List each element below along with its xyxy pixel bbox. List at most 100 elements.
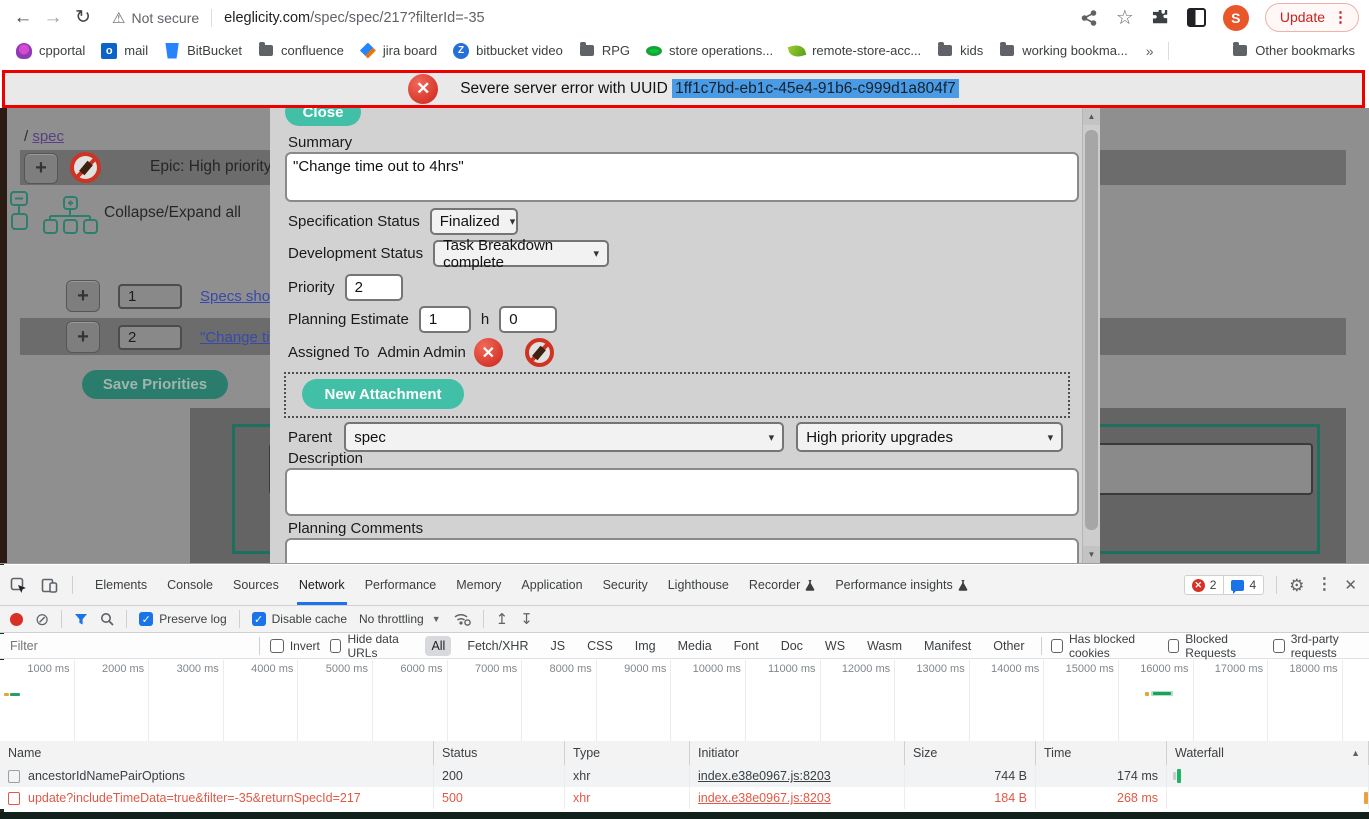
bookmark-rpg[interactable]: RPG bbox=[579, 43, 630, 59]
bookmark-bitbucket-video[interactable]: Zbitbucket video bbox=[453, 43, 563, 59]
profile-avatar[interactable]: S bbox=[1223, 5, 1249, 31]
settings-gear-icon[interactable]: ⚙ bbox=[1289, 577, 1304, 594]
row1-expand-button[interactable]: + bbox=[66, 280, 100, 312]
tab-security[interactable]: Security bbox=[593, 565, 658, 605]
column-waterfall[interactable]: Waterfall ▲ bbox=[1167, 741, 1369, 765]
import-har-icon[interactable]: ↥ bbox=[496, 612, 509, 627]
browser-menu-icon[interactable]: ⋮ bbox=[1333, 8, 1348, 26]
estimate-hours-input[interactable] bbox=[419, 306, 471, 333]
row1-priority-input[interactable] bbox=[118, 284, 182, 309]
row2-expand-button[interactable]: + bbox=[66, 321, 100, 353]
tab-performance-insights[interactable]: Performance insights bbox=[825, 565, 977, 605]
filter-chip-img[interactable]: Img bbox=[629, 636, 662, 656]
filter-chip-all[interactable]: All bbox=[425, 636, 451, 656]
filter-chip-css[interactable]: CSS bbox=[581, 636, 619, 656]
inspect-element-icon[interactable] bbox=[10, 577, 27, 594]
devtools-close-icon[interactable]: ✕ bbox=[1344, 578, 1357, 593]
bookmark-bitbucket[interactable]: BitBucket bbox=[164, 43, 242, 59]
issue-count-badge[interactable]: 4 bbox=[1223, 576, 1263, 594]
tab-sources[interactable]: Sources bbox=[223, 565, 289, 605]
epic-no-edit-icon[interactable] bbox=[70, 152, 101, 183]
filter-chip-ws[interactable]: WS bbox=[819, 636, 851, 656]
tab-recorder[interactable]: Recorder bbox=[739, 565, 825, 605]
breadcrumb-spec-link[interactable]: spec bbox=[32, 128, 64, 145]
description-textarea[interactable] bbox=[285, 468, 1079, 516]
address-bar[interactable]: eleglicity.com/spec/spec/217?filterId=-3… bbox=[224, 10, 484, 26]
blocked-requests-checkbox[interactable]: Blocked Requests bbox=[1168, 632, 1263, 660]
disable-cache-checkbox[interactable]: ✓ Disable cache bbox=[252, 612, 347, 626]
bookmark-working[interactable]: working bookma... bbox=[999, 43, 1128, 59]
epic-expand-button[interactable]: + bbox=[24, 153, 58, 184]
third-party-checkbox[interactable]: 3rd-party requests bbox=[1273, 632, 1369, 660]
filter-chip-fetch-xhr[interactable]: Fetch/XHR bbox=[461, 636, 534, 656]
bookmark-store-operations[interactable]: store operations... bbox=[646, 43, 773, 58]
bookmark-star-icon[interactable]: ☆ bbox=[1115, 8, 1135, 28]
throttling-select[interactable]: No throttling ▼ bbox=[359, 612, 441, 626]
bookmark-confluence[interactable]: confluence bbox=[258, 43, 344, 59]
scroll-down-icon[interactable]: ▼ bbox=[1083, 546, 1100, 563]
bookmark-remote-store[interactable]: remote-store-acc... bbox=[789, 43, 921, 58]
column-name[interactable]: Name bbox=[0, 741, 434, 765]
save-priorities-button[interactable]: Save Priorities bbox=[82, 370, 228, 399]
back-icon[interactable]: ← bbox=[8, 7, 38, 29]
column-initiator[interactable]: Initiator bbox=[690, 741, 905, 765]
other-bookmarks[interactable]: Other bookmarks bbox=[1232, 43, 1355, 59]
tab-memory[interactable]: Memory bbox=[446, 565, 511, 605]
no-edit-icon[interactable] bbox=[525, 338, 554, 367]
bookmark-kids[interactable]: kids bbox=[937, 43, 983, 59]
spec-status-select[interactable]: Finalized ▾ bbox=[430, 208, 518, 235]
side-panel-icon[interactable] bbox=[1187, 8, 1207, 28]
filter-chip-manifest[interactable]: Manifest bbox=[918, 636, 977, 656]
network-conditions-icon[interactable] bbox=[453, 612, 471, 626]
tab-elements[interactable]: Elements bbox=[85, 565, 157, 605]
summary-textarea[interactable]: "Change time out to 4hrs" bbox=[285, 152, 1079, 202]
column-time[interactable]: Time bbox=[1036, 741, 1167, 765]
scrollbar-thumb[interactable] bbox=[1085, 130, 1098, 530]
filter-chip-font[interactable]: Font bbox=[728, 636, 765, 656]
bookmark-mail[interactable]: omail bbox=[101, 43, 148, 59]
filter-chip-other[interactable]: Other bbox=[987, 636, 1030, 656]
unassign-icon[interactable]: ✕ bbox=[474, 338, 503, 367]
row2-priority-input[interactable] bbox=[118, 325, 182, 350]
filter-chip-media[interactable]: Media bbox=[672, 636, 718, 656]
filter-funnel-icon[interactable] bbox=[74, 613, 88, 626]
has-blocked-cookies-checkbox[interactable]: Has blocked cookies bbox=[1051, 632, 1157, 660]
tab-lighthouse[interactable]: Lighthouse bbox=[658, 565, 739, 605]
tab-performance[interactable]: Performance bbox=[355, 565, 447, 605]
priority-input[interactable] bbox=[345, 274, 403, 301]
filter-chip-doc[interactable]: Doc bbox=[775, 636, 809, 656]
share-icon[interactable] bbox=[1079, 8, 1099, 28]
devtools-menu-icon[interactable]: ⋮ bbox=[1316, 577, 1332, 593]
scroll-up-icon[interactable]: ▲ bbox=[1083, 108, 1100, 125]
reload-icon[interactable]: ↻ bbox=[68, 6, 98, 29]
dev-status-select[interactable]: Task Breakdown complete ▾ bbox=[433, 240, 609, 267]
forward-icon[interactable]: → bbox=[38, 7, 68, 29]
extensions-puzzle-icon[interactable] bbox=[1151, 8, 1171, 28]
expand-tree-icon[interactable] bbox=[42, 196, 98, 234]
network-overview-timeline[interactable]: 1000 ms 2000 ms 3000 ms 4000 ms 5000 ms … bbox=[0, 660, 1369, 742]
invert-checkbox[interactable]: Invert bbox=[270, 639, 320, 653]
modal-scrollbar[interactable]: ▲ ▼ bbox=[1082, 108, 1100, 563]
preserve-log-checkbox[interactable]: ✓ Preserve log bbox=[139, 612, 226, 626]
request-row-1[interactable]: ancestorIdNamePairOptions 200 xhr index.… bbox=[0, 765, 1369, 787]
bookmark-cpportal[interactable]: cpportal bbox=[16, 43, 85, 59]
request-row-2[interactable]: update?includeTimeData=true&filter=-35&r… bbox=[0, 787, 1369, 809]
hide-data-urls-checkbox[interactable]: Hide data URLs bbox=[330, 632, 416, 660]
bookmarks-overflow-chevron[interactable]: » bbox=[1146, 43, 1154, 59]
filter-chip-wasm[interactable]: Wasm bbox=[861, 636, 908, 656]
record-icon[interactable] bbox=[10, 613, 23, 626]
new-attachment-button[interactable]: New Attachment bbox=[302, 379, 464, 409]
filter-chip-js[interactable]: JS bbox=[544, 636, 571, 656]
column-size[interactable]: Size bbox=[905, 741, 1036, 765]
site-security-chip[interactable]: ⚠ Not secure bbox=[112, 9, 199, 27]
estimate-minutes-input[interactable] bbox=[499, 306, 557, 333]
update-button[interactable]: Update ⋮ bbox=[1265, 3, 1359, 32]
tab-application[interactable]: Application bbox=[511, 565, 592, 605]
device-toolbar-icon[interactable] bbox=[41, 577, 58, 594]
error-count-badge[interactable]: ✕2 bbox=[1185, 576, 1224, 594]
column-status[interactable]: Status bbox=[434, 741, 565, 765]
filter-input[interactable] bbox=[8, 638, 249, 654]
request-initiator-link[interactable]: index.e38e0967.js:8203 bbox=[698, 769, 831, 783]
column-type[interactable]: Type bbox=[565, 741, 690, 765]
tab-network[interactable]: Network bbox=[289, 565, 355, 605]
